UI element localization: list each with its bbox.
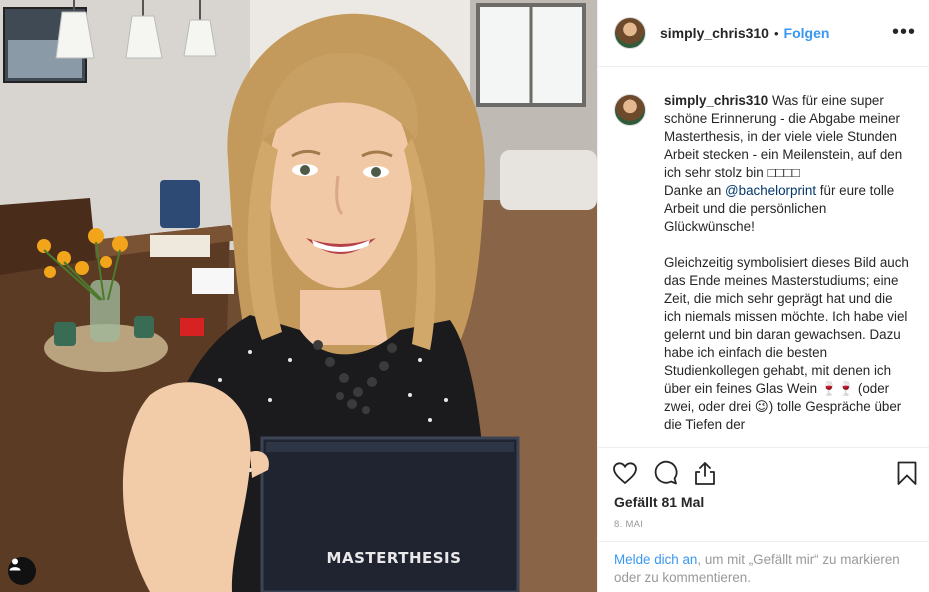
avatar[interactable] <box>614 17 646 49</box>
caption-username[interactable]: simply_chris310 <box>664 93 768 108</box>
post-date[interactable]: 8. Mai <box>614 519 643 530</box>
separator-dot: • <box>773 25 779 41</box>
login-prompt: Melde dich an, um mit „Gefällt mir“ zu m… <box>598 541 929 592</box>
caption-avatar[interactable] <box>614 94 646 126</box>
person-icon <box>9 558 21 571</box>
user-tag-button[interactable] <box>8 557 36 585</box>
comments-area[interactable]: simply_chris310 Was für eine super schön… <box>598 68 929 446</box>
follow-button[interactable]: Folgen <box>784 25 830 41</box>
post-header: simply_chris310 • Folgen ••• <box>598 0 929 67</box>
more-options-icon[interactable]: ••• <box>892 22 916 42</box>
caption-comment: simply_chris310 Was für eine super schön… <box>614 92 914 434</box>
comment-icon[interactable] <box>652 460 678 486</box>
caption-text: simply_chris310 Was für eine super schön… <box>664 92 910 434</box>
share-icon[interactable] <box>692 460 718 486</box>
bookmark-icon[interactable] <box>894 460 920 486</box>
caption-paragraph2: Gleichzeitig symbolisiert dieses Bild au… <box>664 255 913 432</box>
login-link[interactable]: Melde dich an <box>614 552 697 567</box>
post-photo[interactable]: MASTERTHESIS <box>0 0 597 592</box>
header-username[interactable]: simply_chris310 <box>660 25 769 41</box>
thanks-prefix: Danke an <box>664 183 726 198</box>
photo-illustration: MASTERTHESIS <box>0 0 597 592</box>
book-title: MASTERTHESIS <box>327 549 462 567</box>
post-side-panel: simply_chris310 • Folgen ••• simply_chri… <box>597 0 929 592</box>
action-bar: Gefällt 81 Mal 8. Mai <box>598 447 929 541</box>
mention-link[interactable]: @bachelorprint <box>725 183 816 198</box>
likes-count[interactable]: Gefällt 81 Mal <box>614 494 704 510</box>
heart-icon[interactable] <box>612 460 638 486</box>
